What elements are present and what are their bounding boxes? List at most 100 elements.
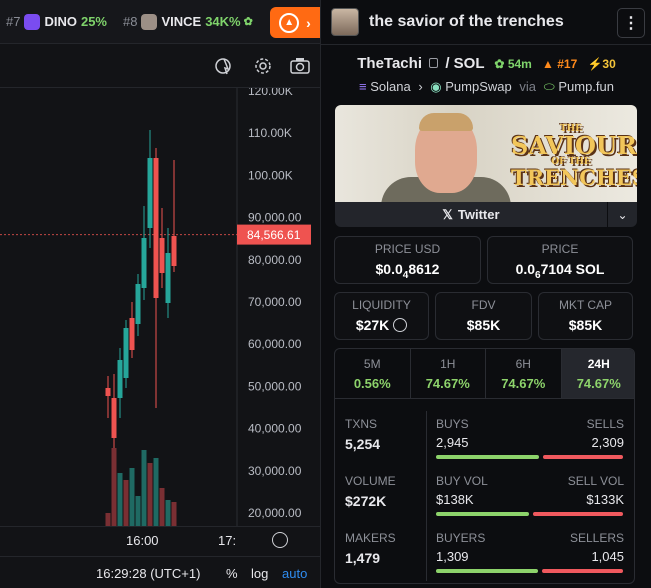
ticker-name: VINCE <box>161 14 202 29</box>
price-chart[interactable]: 120.00K 110.00K 100.00K 90,000.00 80,000.00 7… <box>0 88 320 526</box>
tab-change: 74.67% <box>501 376 546 391</box>
fire-icon: ▲ <box>279 12 300 33</box>
banner-logo-line: TRENCHES <box>511 165 637 190</box>
txns-value: 5,254 <box>345 436 381 452</box>
boost-badge[interactable]: ⚡30 <box>587 57 615 71</box>
y-tick-label: 40,000.00 <box>248 422 302 436</box>
rank-badge[interactable]: ▲ #17 <box>542 57 577 71</box>
token-header: the savior of the trenches ⋮ <box>321 0 651 45</box>
volume-label: VOLUME <box>345 474 396 488</box>
price-usd-prefix: $0.0 <box>375 261 403 277</box>
y-tick-label: 20,000.00 <box>248 506 302 520</box>
trending-fire-button[interactable]: ▲ › <box>270 7 320 38</box>
buyers-label: BUYERS <box>436 531 486 545</box>
percent-scale-toggle[interactable]: % <box>226 566 238 581</box>
token-avatar <box>331 8 359 36</box>
candle-body <box>129 318 135 350</box>
volume-bar <box>129 468 135 526</box>
candle-body <box>147 158 153 228</box>
sprout-icon: ✿ <box>243 16 253 28</box>
lock-icon[interactable] <box>393 318 408 332</box>
chevron-right-icon: › <box>306 14 311 31</box>
camera-icon[interactable] <box>288 54 312 78</box>
chevron-right-icon: › <box>418 79 423 94</box>
quote-symbol: SOL <box>453 55 485 72</box>
trading-stats: 5M 0.56% 1H 74.67% 6H 74.67% 24H 74.67% <box>334 348 635 584</box>
tab-6h[interactable]: 6H 74.67% <box>486 349 562 398</box>
y-tick-label: 80,000.00 <box>248 253 302 267</box>
liquidity-card: LIQUIDITY $27K <box>334 292 429 340</box>
copy-icon[interactable] <box>429 58 439 68</box>
volume-row: VOLUME $272K BUY VOL $138K SELL VOL $133… <box>335 462 634 518</box>
buys-label: BUYS <box>436 417 469 431</box>
twitter-label: Twitter <box>457 207 500 222</box>
age-badge: ✿ 54m <box>494 57 532 71</box>
sells-value: 2,309 <box>591 435 624 450</box>
chevron-down-icon: ⌄ <box>617 207 628 222</box>
y-tick-label: 100.00K <box>248 168 293 182</box>
mktcap-label: MKT CAP <box>558 298 613 312</box>
buy-vol-label: BUY VOL <box>436 474 488 488</box>
ticker-item[interactable]: #8 VINCE 34K% ✿ <box>123 13 253 30</box>
launchpad-name[interactable]: Pump.fun <box>558 79 614 94</box>
x-logo-icon: 𝕏 <box>442 206 453 222</box>
volume-value: $272K <box>345 493 387 509</box>
sell-ratio-bar <box>533 512 623 516</box>
candle-body <box>111 398 117 438</box>
candle-body <box>135 284 141 324</box>
fdv-value: $85K <box>466 317 501 333</box>
volume-bar <box>147 463 153 526</box>
ticker-avatar <box>24 13 41 30</box>
tab-label: 6H <box>515 357 531 371</box>
chart-status-bar: 16:29:28 (UTC+1) % log auto <box>0 556 320 588</box>
ticker-change: 25% <box>80 14 107 29</box>
tab-5m[interactable]: 5M 0.56% <box>335 349 411 398</box>
twitter-button[interactable]: 𝕏 Twitter <box>335 202 607 227</box>
clock: 16:29:28 (UTC+1) <box>96 566 201 581</box>
makers-value: 1,479 <box>345 550 381 566</box>
chain-name[interactable]: Solana <box>370 79 410 94</box>
sell-vol-value: $133K <box>586 492 624 507</box>
volume-bar <box>165 500 171 526</box>
more-options-icon[interactable]: ⋮ <box>617 8 645 38</box>
drawing-tool-icon[interactable] <box>212 54 236 78</box>
buy-ratio-bar <box>436 512 529 516</box>
links-dropdown-button[interactable]: ⌄ <box>608 202 637 227</box>
via-label: via <box>519 79 536 94</box>
dex-name[interactable]: PumpSwap <box>445 79 511 94</box>
price-usd-card: PRICE USD $0.048612 <box>334 236 481 284</box>
makers-row: MAKERS 1,479 BUYERS 1,309 SELLERS 1,045 <box>335 519 634 575</box>
candle-body <box>153 158 159 298</box>
price-usd-label: PRICE USD <box>374 242 441 256</box>
sell-ratio-bar <box>543 455 623 459</box>
price-usd-digits: 8612 <box>408 261 440 277</box>
candle-body <box>171 236 177 266</box>
log-scale-toggle[interactable]: log <box>251 566 268 581</box>
price-sol-label: PRICE <box>541 242 579 256</box>
price-sol-card: PRICE 0.067104 SOL <box>487 236 633 284</box>
tab-label: 1H <box>440 357 456 371</box>
candle-body <box>141 238 147 288</box>
ticker-rank: #7 <box>6 14 21 29</box>
ticker-item[interactable]: #7 DINO 25% <box>6 13 107 30</box>
fdv-label: FDV <box>471 298 496 312</box>
auto-scale-toggle[interactable]: auto <box>282 566 307 581</box>
rank-value: #17 <box>557 57 578 71</box>
age-value: 54m <box>507 57 532 71</box>
sellers-value: 1,045 <box>591 549 624 564</box>
gear-icon[interactable] <box>251 54 275 78</box>
pair-line: TheTachi / SOL ✿ 54m ▲ #17 ⚡30 <box>321 55 651 72</box>
y-tick-label: 90,000.00 <box>248 211 302 225</box>
tab-change: 74.67% <box>576 376 621 391</box>
ticker-change: 34K% <box>205 14 241 29</box>
buy-ratio-bar <box>436 569 538 573</box>
tab-1h[interactable]: 1H 74.67% <box>411 349 486 398</box>
tab-label: 24H <box>587 357 610 371</box>
tab-24h[interactable]: 24H 74.67% <box>561 349 634 398</box>
settings-icon[interactable] <box>272 532 288 548</box>
timeframe-tabs: 5M 0.56% 1H 74.67% 6H 74.67% 24H 74.67% <box>335 349 634 399</box>
makers-label: MAKERS <box>345 531 396 545</box>
buyers-value: 1,309 <box>436 549 469 564</box>
sells-label: SELLS <box>586 417 624 431</box>
banner-logo: THE SAVIOUR OF THE TRENCHES <box>511 125 637 190</box>
